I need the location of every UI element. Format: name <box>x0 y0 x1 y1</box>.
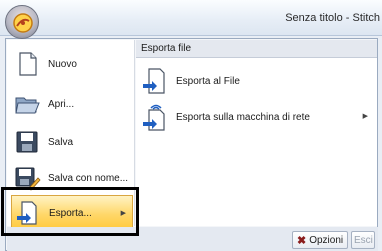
submenu-item-export-network[interactable]: Esporta sulla macchina di rete ▶ <box>140 100 372 134</box>
title-bar: Senza titolo - Stitch <box>0 0 382 36</box>
exit-button-label: Esci <box>354 234 373 246</box>
menu-item-save[interactable]: Salva <box>11 124 133 160</box>
section-header: Esporta file <box>136 40 377 58</box>
menu-item-label: Salva <box>48 136 74 148</box>
menu-item-open[interactable]: Apri... <box>11 86 133 122</box>
export-network-machine-icon <box>143 104 165 131</box>
sewing-machine-icon <box>13 13 33 33</box>
submenu-arrow-icon: ▶ <box>362 113 368 120</box>
menu-item-new[interactable]: Nuovo <box>11 46 133 82</box>
open-folder-icon <box>15 97 40 114</box>
submenu-item-label: Esporta al File <box>176 75 240 87</box>
menu-item-label: Salva con nome... <box>48 172 129 184</box>
exit-button[interactable]: Esci <box>351 231 375 249</box>
menu-item-label: Apri... <box>48 98 75 110</box>
save-icon <box>16 131 38 153</box>
options-button-label: Opzioni <box>309 234 344 246</box>
submenu-item-label: Esporta sulla macchina di rete <box>176 111 310 123</box>
window-title: Senza titolo - Stitch <box>285 12 380 24</box>
export-submenu-pane: Esporta file Esporta al File Esporta sul… <box>136 40 377 226</box>
export-to-file-icon <box>143 68 165 94</box>
application-button[interactable] <box>5 5 39 39</box>
highlight-frame <box>1 187 139 236</box>
options-button[interactable]: ✖ Opzioni <box>292 231 349 249</box>
menu-item-label: Nuovo <box>48 58 77 70</box>
submenu-item-export-to-file[interactable]: Esporta al File <box>140 64 372 98</box>
new-document-icon <box>19 52 37 76</box>
options-icon: ✖ <box>297 234 307 247</box>
